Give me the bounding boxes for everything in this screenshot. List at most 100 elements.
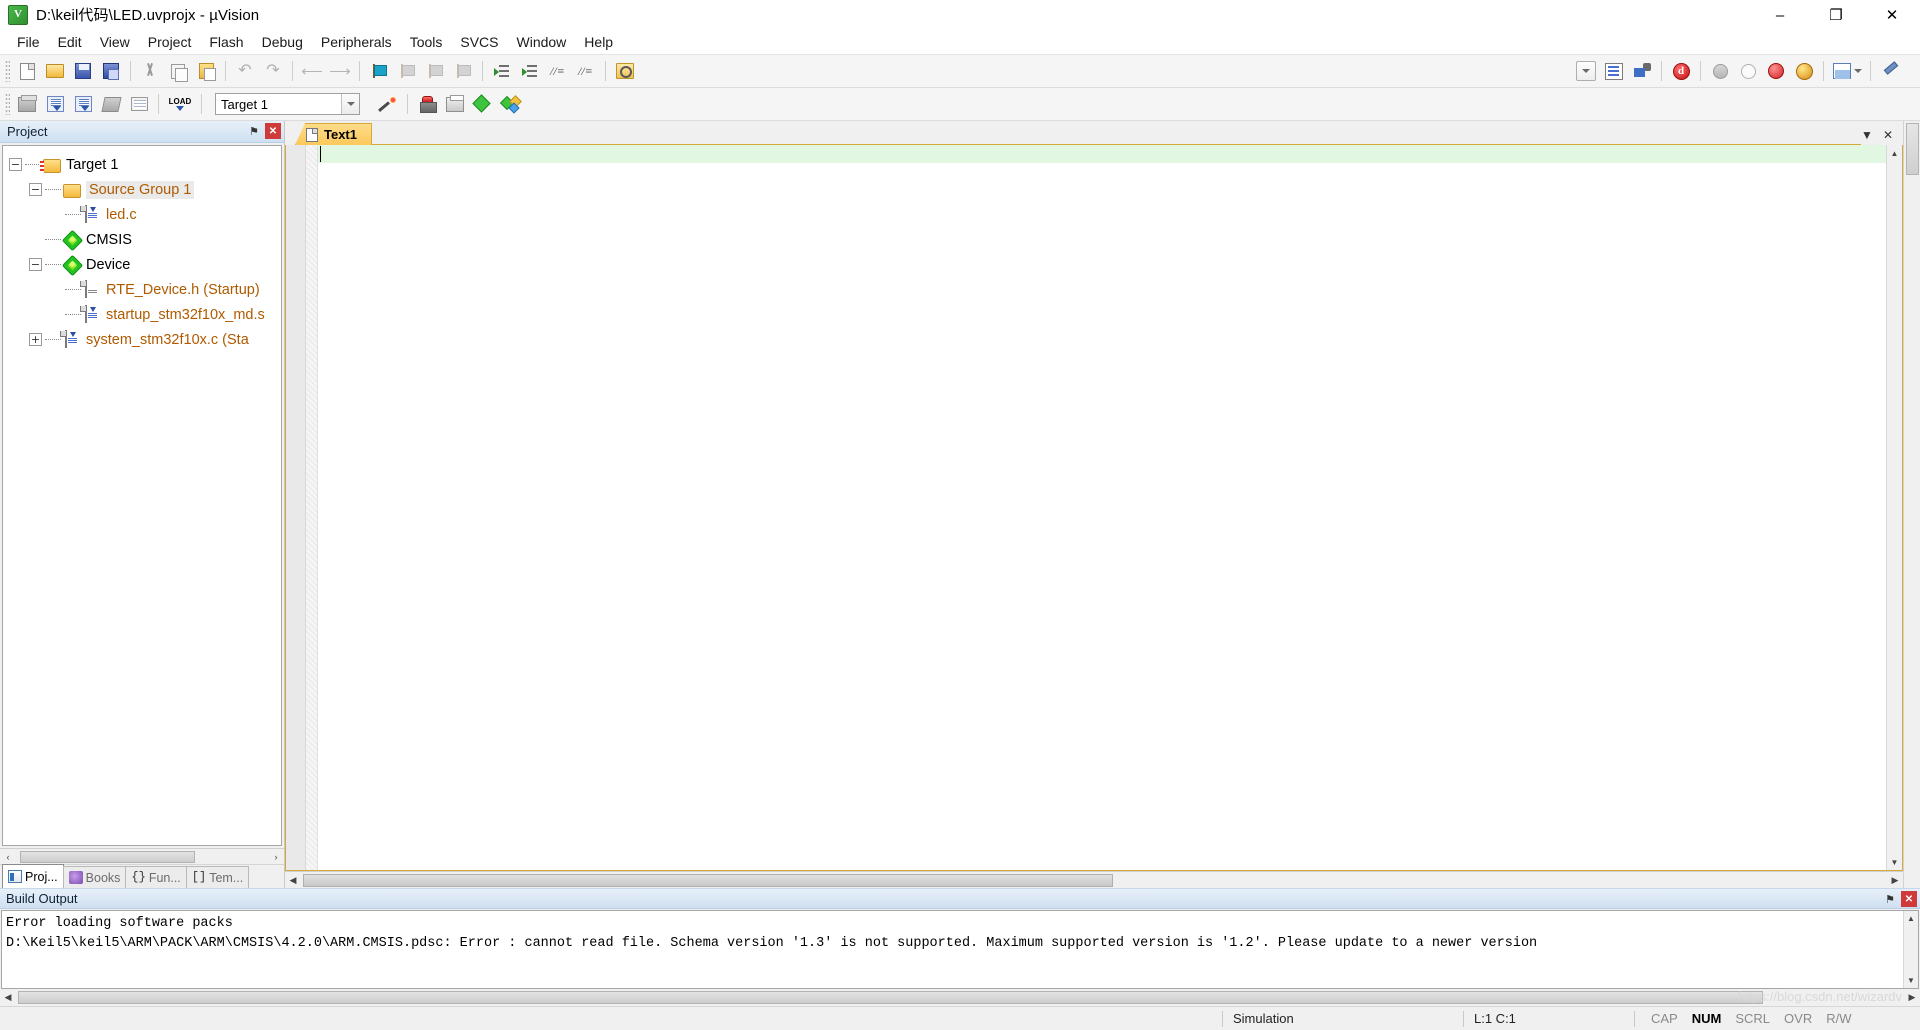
next-bookmark-icon[interactable] (422, 58, 448, 84)
tree-node-cmsis[interactable]: CMSIS (9, 227, 281, 252)
window-vscrollbar[interactable] (1903, 121, 1920, 888)
build-output-hscrollbar[interactable]: ◀ ▶ (0, 989, 1920, 1006)
build-icon[interactable] (42, 91, 68, 117)
scroll-up-icon[interactable]: ▲ (1904, 911, 1918, 926)
tree-node-system-stm32f10x-c[interactable]: + system_stm32f10x.c (Sta (9, 327, 281, 352)
build-output-vscrollbar[interactable]: ▲ ▼ (1903, 911, 1918, 988)
pin-icon[interactable]: ⚑ (1882, 891, 1898, 907)
scroll-left-icon[interactable]: ‹ (0, 849, 16, 864)
toolbar-grip[interactable] (5, 60, 10, 82)
scroll-down-icon[interactable]: ▼ (1887, 854, 1902, 870)
target-select[interactable]: Target 1 (215, 93, 360, 115)
insert-bookmark-icon[interactable] (366, 58, 392, 84)
editor-tab-text1[interactable]: Text1 (295, 123, 372, 145)
stop-build-icon[interactable] (126, 91, 152, 117)
tab-project[interactable]: Proj... (2, 864, 64, 888)
find-icon[interactable] (1601, 58, 1627, 84)
outdent-icon[interactable] (517, 58, 543, 84)
expander-icon[interactable]: − (9, 158, 22, 171)
cut-icon[interactable] (137, 58, 163, 84)
scroll-right-icon[interactable]: › (268, 849, 284, 864)
find-in-files-icon[interactable] (612, 58, 638, 84)
menu-debug[interactable]: Debug (253, 31, 312, 53)
menu-edit[interactable]: Edit (49, 31, 91, 53)
prev-bookmark-icon[interactable] (394, 58, 420, 84)
tab-templates[interactable]: [] Tem... (185, 866, 250, 888)
close-icon[interactable]: ✕ (1901, 891, 1917, 907)
expander-icon[interactable]: − (29, 183, 42, 196)
toolbar-grip[interactable] (5, 93, 10, 115)
packs-installer-icon[interactable] (442, 91, 468, 117)
save-all-icon[interactable] (98, 58, 124, 84)
menu-view[interactable]: View (91, 31, 139, 53)
rebuild-icon[interactable] (70, 91, 96, 117)
scroll-left-icon[interactable]: ◀ (0, 990, 16, 1005)
close-tab-icon[interactable]: ✕ (1883, 128, 1893, 142)
menu-svcs[interactable]: SVCS (451, 31, 507, 53)
hscroll-track[interactable] (301, 873, 1887, 888)
open-file-icon[interactable] (42, 58, 68, 84)
breakpoint-gutter[interactable] (286, 145, 306, 870)
window-vscroll-thumb[interactable] (1905, 123, 1919, 175)
manage-project-items-icon[interactable] (414, 91, 440, 117)
tab-functions[interactable]: {} Fun... (125, 866, 187, 888)
tree-node-rte-device-h[interactable]: RTE_Device.h (Startup) (9, 277, 281, 302)
build-output-body[interactable]: Error loading software packs D:\Keil5\ke… (1, 910, 1919, 989)
maximize-button[interactable]: ❐ (1808, 0, 1864, 30)
close-icon[interactable]: ✕ (265, 123, 281, 139)
new-file-icon[interactable] (14, 58, 40, 84)
manage-runtime-env-icon[interactable] (470, 91, 496, 117)
close-button[interactable]: ✕ (1864, 0, 1920, 30)
minimize-button[interactable]: – (1752, 0, 1808, 30)
kill-all-breakpoints-icon[interactable] (1791, 58, 1817, 84)
paste-icon[interactable] (193, 58, 219, 84)
vscroll-track[interactable] (1887, 161, 1902, 854)
menu-flash[interactable]: Flash (200, 31, 252, 53)
start-debug-icon[interactable]: d (1668, 58, 1694, 84)
tree-node-source-group-1[interactable]: − Source Group 1 (9, 177, 281, 202)
hscroll-thumb[interactable] (20, 850, 195, 863)
copy-icon[interactable] (165, 58, 191, 84)
vscroll-track[interactable] (1904, 926, 1918, 973)
tab-books[interactable]: Books (62, 866, 127, 888)
menu-peripherals[interactable]: Peripherals (312, 31, 401, 53)
disable-breakpoint-icon[interactable] (1763, 58, 1789, 84)
pin-icon[interactable]: ⚑ (246, 123, 262, 139)
comment-icon[interactable]: //≡ (545, 58, 571, 84)
code-surface[interactable] (318, 145, 1886, 870)
tree-node-target-1[interactable]: − Target 1 (9, 152, 281, 177)
bookmark-window-icon[interactable] (1629, 58, 1655, 84)
uncomment-icon[interactable]: //≡ (573, 58, 599, 84)
manage-windows-icon[interactable] (1830, 58, 1864, 84)
scroll-up-icon[interactable]: ▲ (1887, 145, 1902, 161)
tree-node-startup-stm32f10x-md-s[interactable]: startup_stm32f10x_md.s (9, 302, 281, 327)
scroll-right-icon[interactable]: ▶ (1887, 872, 1903, 888)
insert-breakpoint-icon[interactable] (1707, 58, 1733, 84)
redo-icon[interactable]: ↷ (260, 58, 286, 84)
project-tree[interactable]: − Target 1 − Source Group 1 led.c CMSIS … (2, 145, 282, 846)
download-icon[interactable]: LOAD (165, 91, 195, 117)
expander-icon[interactable]: + (29, 333, 42, 346)
menu-window[interactable]: Window (508, 31, 576, 53)
clear-bookmarks-icon[interactable] (450, 58, 476, 84)
translate-icon[interactable] (14, 91, 40, 117)
menu-help[interactable]: Help (575, 31, 622, 53)
batch-build-icon[interactable] (98, 91, 124, 117)
editor-vscrollbar[interactable]: ▲ ▼ (1886, 145, 1902, 870)
hscroll-track[interactable] (16, 849, 268, 864)
navigate-forward-icon[interactable]: ⟶ (327, 58, 353, 84)
scroll-left-icon[interactable]: ◀ (285, 872, 301, 888)
undo-icon[interactable]: ↶ (232, 58, 258, 84)
hscroll-thumb[interactable] (18, 991, 1763, 1004)
folding-gutter[interactable] (306, 145, 318, 870)
kill-breakpoint-icon[interactable] (1735, 58, 1761, 84)
tree-node-device[interactable]: − Device (9, 252, 281, 277)
tree-node-led-c[interactable]: led.c (9, 202, 281, 227)
hscroll-thumb[interactable] (303, 873, 1113, 887)
tab-list-dropdown-icon[interactable]: ▼ (1861, 128, 1873, 142)
navigate-back-icon[interactable]: ⟵ (299, 58, 325, 84)
hscroll-track[interactable] (16, 990, 1904, 1005)
scroll-down-icon[interactable]: ▼ (1904, 973, 1918, 988)
configuration-wizard-icon[interactable] (1877, 58, 1903, 84)
scroll-right-icon[interactable]: ▶ (1904, 990, 1920, 1005)
